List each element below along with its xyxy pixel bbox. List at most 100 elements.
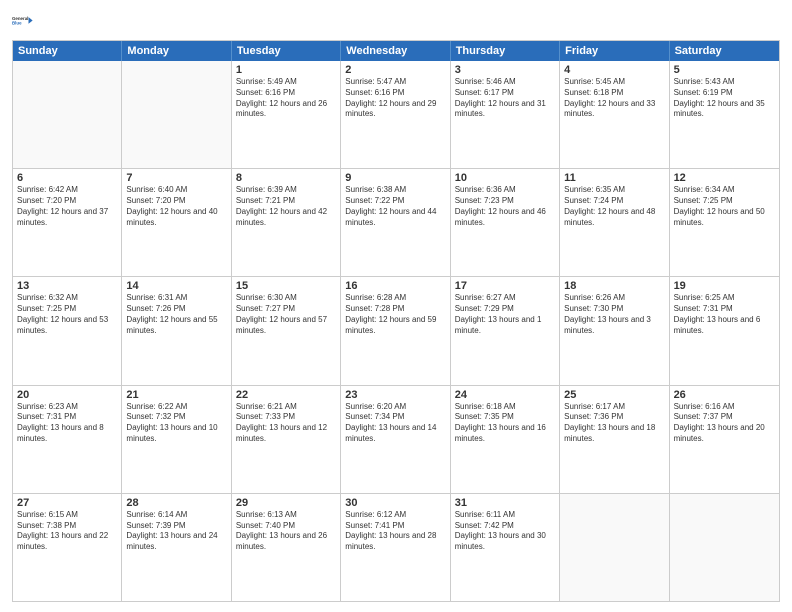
day-info: Sunrise: 6:22 AM Sunset: 7:32 PM Dayligh… [126,402,226,445]
day-number: 7 [126,172,226,184]
day-number: 27 [17,497,117,509]
logo: GeneralBlue [12,10,36,32]
day-cell-27: 27Sunrise: 6:15 AM Sunset: 7:38 PM Dayli… [13,494,122,601]
day-number: 24 [455,389,555,401]
calendar-row-1: 6Sunrise: 6:42 AM Sunset: 7:20 PM Daylig… [13,168,779,276]
day-number: 25 [564,389,664,401]
calendar-row-0: 1Sunrise: 5:49 AM Sunset: 6:16 PM Daylig… [13,61,779,168]
header-day-friday: Friday [560,41,669,61]
day-cell-16: 16Sunrise: 6:28 AM Sunset: 7:28 PM Dayli… [341,277,450,384]
day-cell-7: 7Sunrise: 6:40 AM Sunset: 7:20 PM Daylig… [122,169,231,276]
day-info: Sunrise: 6:25 AM Sunset: 7:31 PM Dayligh… [674,293,775,336]
day-info: Sunrise: 5:43 AM Sunset: 6:19 PM Dayligh… [674,77,775,120]
day-info: Sunrise: 5:49 AM Sunset: 6:16 PM Dayligh… [236,77,336,120]
day-cell-12: 12Sunrise: 6:34 AM Sunset: 7:25 PM Dayli… [670,169,779,276]
day-info: Sunrise: 6:12 AM Sunset: 7:41 PM Dayligh… [345,510,445,553]
empty-cell [13,61,122,168]
day-info: Sunrise: 6:31 AM Sunset: 7:26 PM Dayligh… [126,293,226,336]
day-cell-31: 31Sunrise: 6:11 AM Sunset: 7:42 PM Dayli… [451,494,560,601]
day-info: Sunrise: 6:21 AM Sunset: 7:33 PM Dayligh… [236,402,336,445]
day-info: Sunrise: 6:20 AM Sunset: 7:34 PM Dayligh… [345,402,445,445]
day-cell-23: 23Sunrise: 6:20 AM Sunset: 7:34 PM Dayli… [341,386,450,493]
day-info: Sunrise: 6:16 AM Sunset: 7:37 PM Dayligh… [674,402,775,445]
day-number: 31 [455,497,555,509]
header-day-sunday: Sunday [13,41,122,61]
day-number: 20 [17,389,117,401]
day-number: 6 [17,172,117,184]
day-cell-18: 18Sunrise: 6:26 AM Sunset: 7:30 PM Dayli… [560,277,669,384]
day-info: Sunrise: 5:46 AM Sunset: 6:17 PM Dayligh… [455,77,555,120]
day-cell-14: 14Sunrise: 6:31 AM Sunset: 7:26 PM Dayli… [122,277,231,384]
day-cell-20: 20Sunrise: 6:23 AM Sunset: 7:31 PM Dayli… [13,386,122,493]
calendar-row-2: 13Sunrise: 6:32 AM Sunset: 7:25 PM Dayli… [13,276,779,384]
day-info: Sunrise: 6:39 AM Sunset: 7:21 PM Dayligh… [236,185,336,228]
day-cell-11: 11Sunrise: 6:35 AM Sunset: 7:24 PM Dayli… [560,169,669,276]
day-cell-21: 21Sunrise: 6:22 AM Sunset: 7:32 PM Dayli… [122,386,231,493]
day-info: Sunrise: 6:17 AM Sunset: 7:36 PM Dayligh… [564,402,664,445]
day-number: 3 [455,64,555,76]
calendar-row-4: 27Sunrise: 6:15 AM Sunset: 7:38 PM Dayli… [13,493,779,601]
day-number: 15 [236,280,336,292]
svg-text:Blue: Blue [12,21,22,26]
day-info: Sunrise: 5:45 AM Sunset: 6:18 PM Dayligh… [564,77,664,120]
day-number: 13 [17,280,117,292]
day-info: Sunrise: 6:23 AM Sunset: 7:31 PM Dayligh… [17,402,117,445]
empty-cell [560,494,669,601]
day-info: Sunrise: 6:36 AM Sunset: 7:23 PM Dayligh… [455,185,555,228]
day-info: Sunrise: 6:30 AM Sunset: 7:27 PM Dayligh… [236,293,336,336]
day-cell-9: 9Sunrise: 6:38 AM Sunset: 7:22 PM Daylig… [341,169,450,276]
day-cell-17: 17Sunrise: 6:27 AM Sunset: 7:29 PM Dayli… [451,277,560,384]
day-cell-30: 30Sunrise: 6:12 AM Sunset: 7:41 PM Dayli… [341,494,450,601]
header-day-thursday: Thursday [451,41,560,61]
day-number: 4 [564,64,664,76]
day-cell-13: 13Sunrise: 6:32 AM Sunset: 7:25 PM Dayli… [13,277,122,384]
header-day-wednesday: Wednesday [341,41,450,61]
day-info: Sunrise: 6:35 AM Sunset: 7:24 PM Dayligh… [564,185,664,228]
empty-cell [122,61,231,168]
day-cell-5: 5Sunrise: 5:43 AM Sunset: 6:19 PM Daylig… [670,61,779,168]
day-info: Sunrise: 6:28 AM Sunset: 7:28 PM Dayligh… [345,293,445,336]
header-day-tuesday: Tuesday [232,41,341,61]
day-number: 22 [236,389,336,401]
day-cell-26: 26Sunrise: 6:16 AM Sunset: 7:37 PM Dayli… [670,386,779,493]
day-info: Sunrise: 6:32 AM Sunset: 7:25 PM Dayligh… [17,293,117,336]
day-number: 18 [564,280,664,292]
day-number: 14 [126,280,226,292]
day-number: 12 [674,172,775,184]
calendar-header: SundayMondayTuesdayWednesdayThursdayFrid… [13,41,779,61]
calendar-body: 1Sunrise: 5:49 AM Sunset: 6:16 PM Daylig… [13,61,779,601]
day-number: 1 [236,64,336,76]
day-number: 8 [236,172,336,184]
day-cell-15: 15Sunrise: 6:30 AM Sunset: 7:27 PM Dayli… [232,277,341,384]
day-number: 23 [345,389,445,401]
day-cell-8: 8Sunrise: 6:39 AM Sunset: 7:21 PM Daylig… [232,169,341,276]
day-info: Sunrise: 6:11 AM Sunset: 7:42 PM Dayligh… [455,510,555,553]
logo-icon: GeneralBlue [12,10,34,32]
day-cell-1: 1Sunrise: 5:49 AM Sunset: 6:16 PM Daylig… [232,61,341,168]
header-day-saturday: Saturday [670,41,779,61]
header: GeneralBlue [12,10,780,32]
day-info: Sunrise: 6:18 AM Sunset: 7:35 PM Dayligh… [455,402,555,445]
day-number: 2 [345,64,445,76]
day-number: 17 [455,280,555,292]
day-info: Sunrise: 6:40 AM Sunset: 7:20 PM Dayligh… [126,185,226,228]
day-number: 11 [564,172,664,184]
svg-text:General: General [12,16,28,21]
day-number: 10 [455,172,555,184]
day-number: 26 [674,389,775,401]
day-info: Sunrise: 6:15 AM Sunset: 7:38 PM Dayligh… [17,510,117,553]
empty-cell [670,494,779,601]
header-day-monday: Monday [122,41,231,61]
day-cell-10: 10Sunrise: 6:36 AM Sunset: 7:23 PM Dayli… [451,169,560,276]
day-info: Sunrise: 6:13 AM Sunset: 7:40 PM Dayligh… [236,510,336,553]
day-number: 21 [126,389,226,401]
day-cell-28: 28Sunrise: 6:14 AM Sunset: 7:39 PM Dayli… [122,494,231,601]
day-info: Sunrise: 5:47 AM Sunset: 6:16 PM Dayligh… [345,77,445,120]
calendar: SundayMondayTuesdayWednesdayThursdayFrid… [12,40,780,602]
day-cell-2: 2Sunrise: 5:47 AM Sunset: 6:16 PM Daylig… [341,61,450,168]
day-number: 19 [674,280,775,292]
day-number: 9 [345,172,445,184]
day-info: Sunrise: 6:34 AM Sunset: 7:25 PM Dayligh… [674,185,775,228]
day-cell-29: 29Sunrise: 6:13 AM Sunset: 7:40 PM Dayli… [232,494,341,601]
day-cell-24: 24Sunrise: 6:18 AM Sunset: 7:35 PM Dayli… [451,386,560,493]
